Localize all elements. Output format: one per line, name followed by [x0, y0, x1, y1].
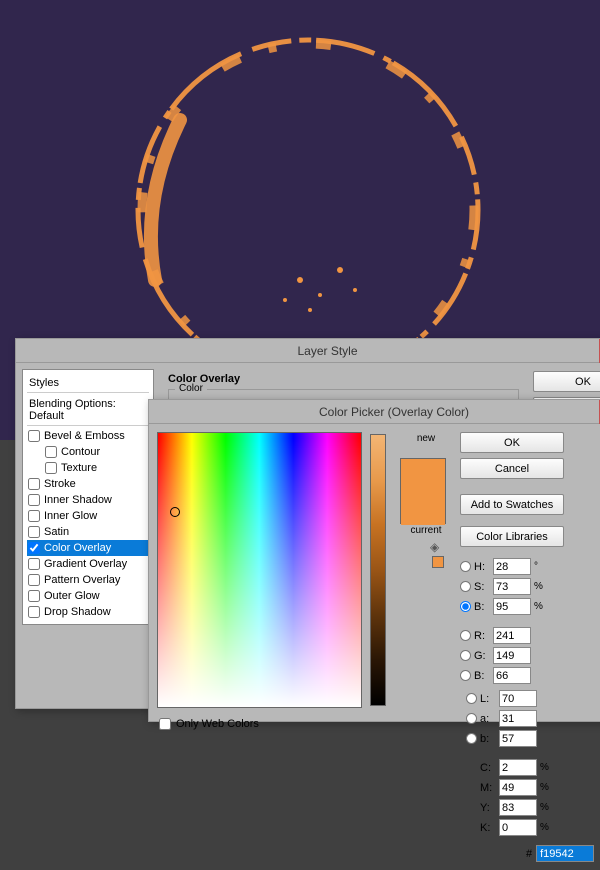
- style-item-inner-glow[interactable]: Inner Glow: [27, 508, 149, 524]
- style-item-gradient-overlay[interactable]: Gradient Overlay: [27, 556, 149, 572]
- new-color-swatch: [401, 459, 445, 492]
- checkbox[interactable]: [28, 510, 40, 522]
- bl-input[interactable]: [493, 667, 531, 684]
- blending-options-header[interactable]: Blending Options: Default: [27, 395, 149, 426]
- checkbox[interactable]: [28, 590, 40, 602]
- spectrum-cursor-icon[interactable]: [170, 507, 180, 517]
- r-input[interactable]: [493, 627, 531, 644]
- hue-column: [370, 432, 392, 708]
- cancel-button[interactable]: Cancel: [460, 458, 564, 479]
- k-input[interactable]: [499, 819, 537, 836]
- style-item-bevel[interactable]: Bevel & Emboss: [27, 428, 149, 444]
- preview-column: new current ◈: [400, 432, 452, 862]
- h-input[interactable]: [493, 558, 531, 575]
- style-item-contour[interactable]: Contour: [27, 444, 149, 460]
- ok-button[interactable]: OK: [460, 432, 564, 453]
- style-item-satin[interactable]: Satin: [27, 524, 149, 540]
- add-swatches-button[interactable]: Add to Swatches: [460, 494, 564, 515]
- section-title: Color Overlay: [168, 373, 519, 385]
- checkbox[interactable]: [28, 574, 40, 586]
- a-radio[interactable]: [466, 713, 477, 724]
- style-item-drop-shadow[interactable]: Drop Shadow: [27, 604, 149, 620]
- style-item-inner-shadow[interactable]: Inner Shadow: [27, 492, 149, 508]
- hex-label: #: [526, 848, 532, 860]
- lb-input[interactable]: [499, 730, 537, 747]
- style-item-stroke[interactable]: Stroke: [27, 476, 149, 492]
- checkbox[interactable]: [28, 478, 40, 490]
- g-input[interactable]: [493, 647, 531, 664]
- hex-input[interactable]: [536, 845, 594, 862]
- l-input[interactable]: [499, 690, 537, 707]
- controls-column: OK Cancel Add to Swatches Color Librarie…: [460, 432, 600, 862]
- r-radio[interactable]: [460, 630, 471, 641]
- layer-style-title: Layer Style: [297, 344, 357, 358]
- style-item-color-overlay[interactable]: Color Overlay: [27, 540, 149, 556]
- y-input[interactable]: [499, 799, 537, 816]
- lb-radio[interactable]: [466, 733, 477, 744]
- h-radio[interactable]: [460, 561, 471, 572]
- styles-list: Styles Blending Options: Default Bevel &…: [22, 369, 154, 625]
- color-preview[interactable]: [400, 458, 446, 524]
- only-web-colors-checkbox[interactable]: [159, 718, 171, 730]
- color-picker-title: Color Picker (Overlay Color): [319, 405, 469, 419]
- websafe-swatch-icon[interactable]: [432, 556, 444, 568]
- color-spectrum[interactable]: [157, 432, 362, 708]
- current-color-swatch: [401, 492, 445, 525]
- s-input[interactable]: [493, 578, 531, 595]
- checkbox[interactable]: [28, 606, 40, 618]
- l-radio[interactable]: [466, 693, 477, 704]
- color-picker-titlebar[interactable]: Color Picker (Overlay Color) ✕: [149, 400, 600, 424]
- m-input[interactable]: [499, 779, 537, 796]
- checkbox[interactable]: [28, 526, 40, 538]
- style-item-texture[interactable]: Texture: [27, 460, 149, 476]
- style-item-pattern-overlay[interactable]: Pattern Overlay: [27, 572, 149, 588]
- layer-style-titlebar[interactable]: Layer Style ✕: [16, 339, 600, 363]
- color-picker-dialog: Color Picker (Overlay Color) ✕ Only Web …: [148, 399, 600, 722]
- checkbox[interactable]: [28, 558, 40, 570]
- checkbox[interactable]: [28, 430, 40, 442]
- b-radio[interactable]: [460, 601, 471, 612]
- s-radio[interactable]: [460, 581, 471, 592]
- style-item-outer-glow[interactable]: Outer Glow: [27, 588, 149, 604]
- a-input[interactable]: [499, 710, 537, 727]
- checkbox[interactable]: [28, 494, 40, 506]
- g-radio[interactable]: [460, 650, 471, 661]
- bl-radio[interactable]: [460, 670, 471, 681]
- gamut-warning-icon[interactable]: ◈: [430, 540, 443, 553]
- ok-button[interactable]: OK: [533, 371, 600, 392]
- current-label: current: [400, 525, 452, 536]
- checkbox[interactable]: [45, 462, 57, 474]
- checkbox[interactable]: [28, 542, 40, 554]
- styles-header[interactable]: Styles: [27, 374, 149, 393]
- c-input[interactable]: [499, 759, 537, 776]
- checkbox[interactable]: [45, 446, 57, 458]
- b-input[interactable]: [493, 598, 531, 615]
- new-label: new: [400, 433, 452, 444]
- hue-slider[interactable]: [370, 434, 386, 706]
- only-web-colors-label: Only Web Colors: [176, 718, 259, 730]
- group-label: Color: [175, 383, 207, 394]
- color-libraries-button[interactable]: Color Libraries: [460, 526, 564, 547]
